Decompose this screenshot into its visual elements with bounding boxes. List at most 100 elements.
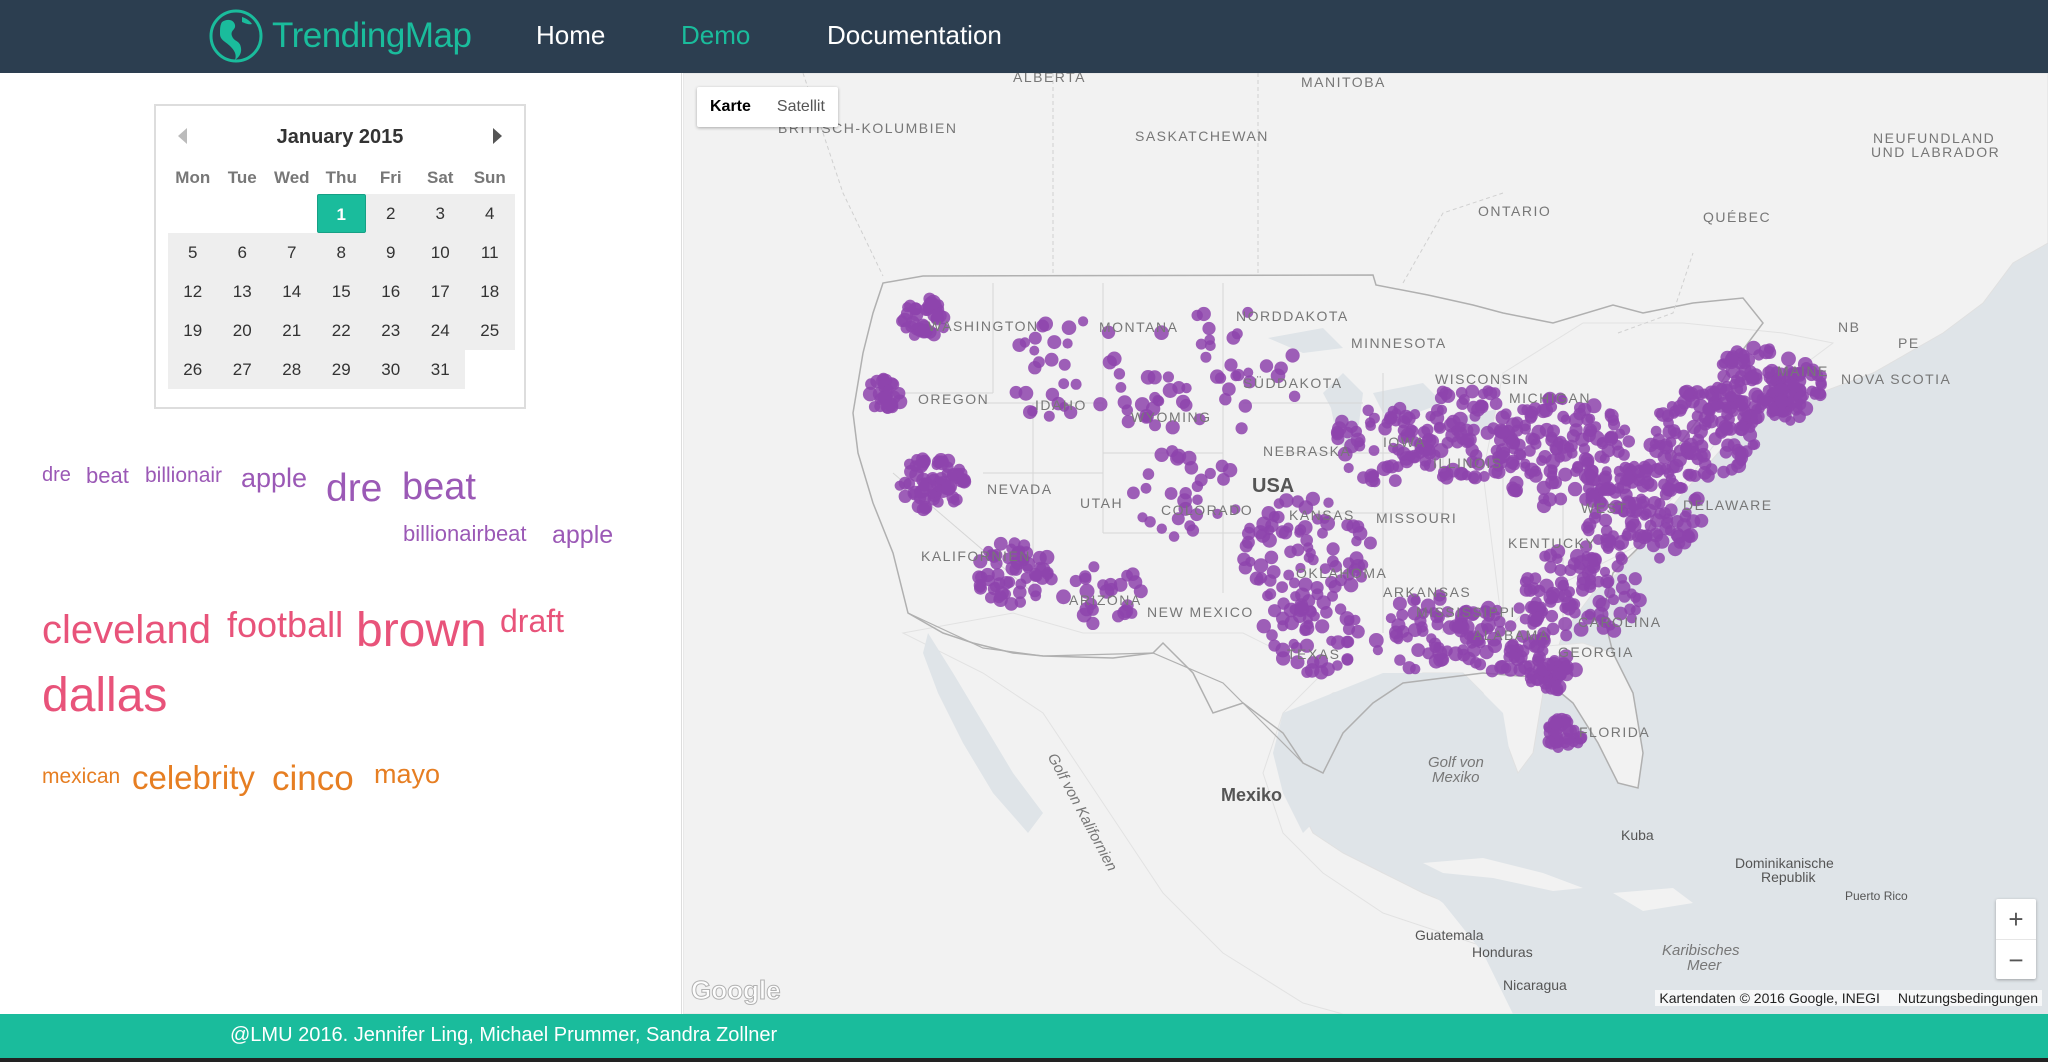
tweet-marker[interactable] <box>1104 577 1118 592</box>
tweet-marker[interactable] <box>881 402 894 414</box>
tweet-marker[interactable] <box>1392 461 1404 473</box>
tweet-marker[interactable] <box>1147 370 1162 385</box>
tweet-marker[interactable] <box>1691 453 1704 466</box>
tweet-marker[interactable] <box>1646 539 1661 553</box>
tweet-marker[interactable] <box>1521 404 1533 416</box>
cloud-word[interactable]: mexican <box>42 766 120 787</box>
tweet-marker[interactable] <box>1388 474 1402 487</box>
calendar-day[interactable]: 14 <box>267 272 317 311</box>
cloud-word[interactable]: celebrity <box>132 761 255 794</box>
cloud-word[interactable]: beat <box>402 468 476 506</box>
tweet-marker[interactable] <box>1341 653 1354 666</box>
tweet-marker[interactable] <box>1694 439 1709 453</box>
tweet-marker[interactable] <box>983 574 995 587</box>
tweet-marker[interactable] <box>995 590 1007 602</box>
tweet-marker[interactable] <box>1604 430 1619 444</box>
calendar-day[interactable]: 26 <box>168 350 218 389</box>
tweet-marker[interactable] <box>1545 609 1559 623</box>
tweet-marker[interactable] <box>1343 462 1354 474</box>
tweet-marker[interactable] <box>1369 476 1381 488</box>
tweet-marker[interactable] <box>1641 529 1653 541</box>
tweet-marker[interactable] <box>1587 554 1599 565</box>
tweet-marker[interactable] <box>1547 424 1560 438</box>
tweet-marker[interactable] <box>1164 487 1178 500</box>
calendar-day[interactable]: 4 <box>465 194 515 233</box>
tweet-marker[interactable] <box>1210 369 1225 384</box>
tweet-marker[interactable] <box>1238 399 1252 413</box>
tweet-marker[interactable] <box>1239 539 1253 553</box>
tweet-marker[interactable] <box>1128 575 1143 590</box>
tweet-marker[interactable] <box>1029 567 1042 581</box>
tweet-marker[interactable] <box>1704 413 1715 424</box>
tweet-marker[interactable] <box>1578 452 1593 466</box>
tweet-marker[interactable] <box>1536 455 1547 466</box>
tweet-marker[interactable] <box>1113 368 1126 380</box>
calendar-day[interactable]: 31 <box>415 350 465 389</box>
tweet-marker[interactable] <box>1787 378 1801 392</box>
tweet-marker[interactable] <box>1600 574 1615 589</box>
tweet-marker[interactable] <box>883 384 894 396</box>
tweet-marker[interactable] <box>1507 483 1521 497</box>
tweet-marker[interactable] <box>1431 404 1444 417</box>
cloud-word[interactable]: draft <box>500 605 564 637</box>
tweet-marker[interactable] <box>1542 735 1556 749</box>
tweet-marker[interactable] <box>1291 543 1305 557</box>
tweet-marker[interactable] <box>1070 378 1082 390</box>
tweet-marker[interactable] <box>898 489 912 503</box>
tweet-marker[interactable] <box>1162 371 1174 383</box>
tweet-marker[interactable] <box>985 591 997 604</box>
tweet-marker[interactable] <box>1654 407 1665 419</box>
tweet-marker[interactable] <box>1563 442 1575 453</box>
tweet-marker[interactable] <box>1230 370 1242 382</box>
tweet-marker[interactable] <box>1299 624 1311 637</box>
tweet-marker[interactable] <box>1253 558 1269 573</box>
tweet-marker[interactable] <box>1602 543 1614 554</box>
tweet-marker[interactable] <box>1015 578 1027 590</box>
tweet-marker[interactable] <box>1102 355 1117 370</box>
map-data-credit[interactable]: Kartendaten © 2016 Google, INEGI <box>1659 990 1879 1006</box>
tweet-marker[interactable] <box>932 496 944 508</box>
cloud-word[interactable]: cinco <box>272 761 354 796</box>
calendar-day[interactable]: 3 <box>415 194 465 233</box>
tweet-marker[interactable] <box>1126 607 1138 619</box>
tweet-marker[interactable] <box>1364 417 1376 428</box>
tweet-marker[interactable] <box>1088 561 1100 573</box>
tweet-marker[interactable] <box>1047 335 1062 350</box>
tweet-marker[interactable] <box>1457 648 1471 662</box>
tweet-marker[interactable] <box>1093 397 1108 412</box>
tweet-marker[interactable] <box>1563 733 1575 745</box>
calendar-day[interactable]: 22 <box>316 311 366 350</box>
tweet-marker[interactable] <box>1433 642 1445 653</box>
tweet-marker[interactable] <box>1479 645 1494 660</box>
zoom-in-button[interactable]: + <box>1996 899 2036 939</box>
tweet-marker[interactable] <box>1307 554 1319 566</box>
tweet-marker[interactable] <box>1262 532 1277 548</box>
google-logo[interactable]: Google <box>691 975 782 1006</box>
tweet-marker[interactable] <box>1191 480 1204 492</box>
tweet-marker[interactable] <box>1762 396 1775 409</box>
tweet-marker[interactable] <box>1598 470 1613 484</box>
tweet-marker[interactable] <box>1328 579 1342 594</box>
tweet-marker[interactable] <box>1642 503 1657 518</box>
tweet-marker[interactable] <box>1288 390 1301 402</box>
tweet-marker[interactable] <box>1170 451 1185 466</box>
tweet-marker[interactable] <box>1581 413 1594 426</box>
tweet-marker[interactable] <box>1643 437 1658 453</box>
tweet-marker[interactable] <box>1661 482 1676 497</box>
tweet-marker[interactable] <box>1524 468 1536 480</box>
tweet-marker[interactable] <box>1558 617 1573 631</box>
calendar-day[interactable]: 9 <box>366 233 416 272</box>
tweet-marker[interactable] <box>1149 391 1161 404</box>
tweet-marker[interactable] <box>1078 316 1089 327</box>
tweet-marker[interactable] <box>1363 536 1377 550</box>
calendar-day[interactable]: 29 <box>316 350 366 389</box>
tweet-marker[interactable] <box>1679 384 1695 400</box>
tweet-marker[interactable] <box>1684 468 1697 482</box>
tweet-marker[interactable] <box>868 401 881 413</box>
tweet-marker[interactable] <box>1616 553 1628 566</box>
calendar-day[interactable]: 21 <box>267 311 317 350</box>
tweet-marker[interactable] <box>1557 579 1570 592</box>
cloud-word[interactable]: dre <box>42 465 71 485</box>
cloud-word[interactable]: beat <box>86 465 129 487</box>
tweet-marker[interactable] <box>1493 423 1509 439</box>
